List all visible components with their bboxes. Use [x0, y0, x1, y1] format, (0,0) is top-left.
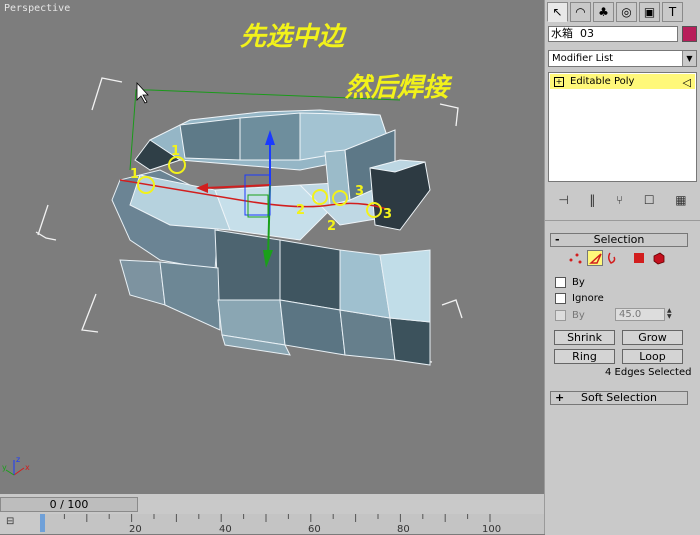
- modify-tab[interactable]: ◠: [570, 2, 591, 22]
- cursor-icon: [136, 81, 149, 104]
- chevron-down-icon[interactable]: ▼: [682, 51, 696, 66]
- stack-item-editable-poly[interactable]: + Editable Poly ◁: [550, 74, 695, 89]
- modifier-list-dropdown[interactable]: Modifier List ▼: [548, 50, 697, 67]
- track-ruler: [40, 514, 491, 532]
- selection-status: 4 Edges Selected: [605, 367, 692, 378]
- marker-label: 1: [171, 144, 180, 159]
- by-vertex-label: By: [572, 276, 585, 288]
- motion-tab[interactable]: ◎: [616, 2, 637, 22]
- tick-label: 20: [129, 524, 142, 535]
- by-angle-checkbox[interactable]: By: [555, 308, 585, 322]
- element-mode-icon[interactable]: [651, 250, 667, 266]
- collapse-icon: -: [555, 233, 560, 246]
- model-scene: 1 1 2 2 3 3 先选中边 然后焊接 x y z: [2, 22, 463, 476]
- by-vertex-checkbox[interactable]: By: [555, 275, 585, 289]
- annotation-line1: 先选中边: [240, 22, 347, 52]
- make-unique-icon[interactable]: ⑂: [616, 193, 623, 207]
- display-tab[interactable]: ▣: [639, 2, 660, 22]
- perspective-viewport[interactable]: Perspective 1 1 2 2 3 3 先选中边 然后焊接 x y z: [0, 0, 544, 494]
- modifier-list-label: Modifier List: [552, 53, 614, 64]
- track-bar[interactable]: 20 40 60 80 100: [40, 514, 544, 535]
- edge-mode-icon[interactable]: [587, 250, 603, 266]
- marker-label: 2: [296, 203, 305, 218]
- rollout-area: - Selection By Ignore By 45.0 ▲▼ Shrink: [545, 220, 700, 535]
- command-panel: ↖ ◠ ♣ ◎ ▣ T 水箱 03 Modifier List ▼ + Edit…: [544, 0, 700, 535]
- modifier-stack[interactable]: + Editable Poly ◁: [548, 72, 697, 182]
- time-slider[interactable]: 0 / 100: [0, 497, 138, 512]
- triangle-icon: ◁: [682, 76, 691, 89]
- ring-button[interactable]: Ring: [554, 349, 615, 364]
- shrink-button[interactable]: Shrink: [554, 330, 615, 345]
- pin-stack-icon[interactable]: ⊣: [558, 193, 568, 207]
- timeline: 0 / 100 ⊟ 20 40 60 80 100: [0, 494, 544, 535]
- remove-modifier-icon[interactable]: ☐: [644, 193, 655, 207]
- expand-icon: +: [555, 391, 565, 404]
- configure-sets-icon[interactable]: ▦: [675, 193, 686, 207]
- hierarchy-tab[interactable]: ♣: [593, 2, 614, 22]
- vertex-mode-icon[interactable]: [567, 250, 583, 266]
- object-name-field[interactable]: 水箱 03: [548, 26, 678, 42]
- marker-label: 1: [130, 167, 139, 182]
- by-angle-label: By: [572, 309, 585, 321]
- angle-spinner-icon[interactable]: ▲ ▼: [667, 308, 675, 321]
- grow-button[interactable]: Grow: [622, 330, 683, 345]
- tick-label: 80: [397, 524, 410, 535]
- key-mode-icon[interactable]: ⊟: [6, 516, 22, 528]
- ignore-backfacing-checkbox[interactable]: Ignore: [555, 291, 604, 305]
- stack-toolbar: ⊣ ‖ ⑂ ☐ ▦: [548, 189, 697, 211]
- angle-threshold-field[interactable]: 45.0: [615, 308, 665, 321]
- stack-item-label: Editable Poly: [570, 76, 635, 87]
- border-mode-icon[interactable]: [605, 250, 621, 266]
- marker-label: 3: [383, 207, 392, 222]
- tick-label: 100: [482, 524, 502, 535]
- utilities-tab[interactable]: T: [662, 2, 683, 22]
- soft-selection-title: Soft Selection: [581, 391, 657, 404]
- object-color-swatch[interactable]: [682, 26, 697, 42]
- tick-label: 60: [308, 524, 321, 535]
- soft-selection-rollout-header[interactable]: + Soft Selection: [550, 391, 688, 405]
- selection-rollout-header[interactable]: - Selection: [550, 233, 688, 247]
- expand-icon[interactable]: +: [554, 77, 564, 87]
- ignore-backfacing-label: Ignore: [572, 292, 604, 304]
- svg-text:z: z: [16, 455, 20, 464]
- marker-label: 2: [327, 219, 336, 234]
- polygon-mode-icon[interactable]: [631, 250, 647, 266]
- selection-rollout-title: Selection: [593, 233, 645, 246]
- svg-text:y: y: [2, 463, 7, 472]
- annotation-line2: 然后焊接: [344, 73, 453, 103]
- loop-button[interactable]: Loop: [622, 349, 683, 364]
- svg-text:x: x: [25, 463, 30, 472]
- time-slider-label: 0 / 100: [49, 498, 89, 511]
- show-end-result-icon[interactable]: ‖: [589, 193, 595, 207]
- current-frame-marker: [40, 514, 45, 532]
- create-tab[interactable]: ↖: [547, 2, 568, 22]
- axis-tripod-icon: x y z: [2, 455, 30, 476]
- marker-label: 3: [355, 184, 364, 199]
- tick-label: 40: [219, 524, 232, 535]
